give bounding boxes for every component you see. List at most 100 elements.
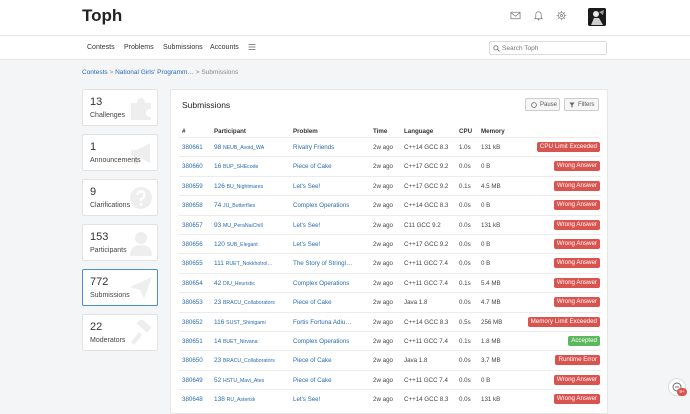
submission-id[interactable]: 380660 — [182, 163, 203, 170]
problem-link[interactable]: Complex Operations — [293, 202, 363, 209]
submission-id[interactable]: 380652 — [182, 319, 203, 326]
participant-name: MU_PeraNaiChill — [222, 222, 263, 229]
submission-id[interactable]: 380649 — [182, 377, 203, 384]
table-row[interactable]: 380657 93 MU_PeraNaiChill Let's See! 2w ago… — [179, 214, 601, 234]
chat-button[interactable]: 9+ — [668, 378, 687, 396]
table-row[interactable]: 380660 16 BUP_SHEcode Piece of Cake 2w ago C… — [179, 156, 601, 175]
submission-id[interactable]: 380648 — [182, 396, 203, 403]
submission-memory: 0 B — [481, 260, 491, 268]
table-row[interactable]: 380659 126 BU_Nightmares Let's See! 2w ago C… — [179, 175, 601, 195]
search-box[interactable] — [489, 41, 607, 55]
problem-link[interactable]: Let's See! — [293, 222, 363, 229]
participant-rank: 23 — [214, 299, 222, 307]
submission-id[interactable]: 380655 — [182, 260, 203, 267]
problem-link[interactable]: Let's See! — [293, 241, 363, 248]
breadcrumb-contest[interactable]: National Girls' Programm… — [115, 69, 194, 76]
nav-accounts[interactable]: Accounts — [210, 44, 239, 51]
bell-icon[interactable] — [533, 10, 544, 23]
table-row[interactable]: 380648 138 RU_Asterisk Let's See! 2w ago C++… — [179, 389, 601, 408]
submission-id[interactable]: 380653 — [182, 299, 203, 306]
submission-language: C++11 GCC 7.4 — [404, 260, 448, 268]
problem-link[interactable]: Piece of Cake — [293, 377, 363, 384]
participant-name: JU_Butterflies — [222, 203, 256, 210]
table-row[interactable]: 380658 74 JU_Butterflies Complex Operation… — [179, 195, 601, 214]
submission-id[interactable]: 380659 — [182, 183, 203, 190]
filters-button[interactable]: Filters — [564, 98, 599, 111]
table-row[interactable]: 380655 111 RUET_Nokkhotrol… The Story of S… — [179, 253, 601, 272]
stat-submissions[interactable]: 772 Submissions — [82, 269, 158, 306]
participant-name: RU_Asterisk — [226, 397, 256, 404]
participant-link[interactable]: 138 RU_Asterisk — [214, 396, 255, 403]
table-row[interactable]: 380654 42 DIU_Heuristic Complex Operations… — [179, 272, 601, 292]
submission-id[interactable]: 380656 — [182, 241, 203, 248]
problem-link[interactable]: Piece of Cake — [293, 357, 363, 364]
column-header-problem: Problem — [293, 128, 318, 135]
nav-contests[interactable]: Contests — [87, 44, 115, 51]
problem-link[interactable]: Piece of Cake — [293, 163, 363, 170]
nav-problems[interactable]: Problems — [124, 44, 154, 51]
stat-clarifications[interactable]: 9 Clarifications — [82, 179, 158, 216]
breadcrumb-contests[interactable]: Contests — [82, 69, 108, 76]
participant-link[interactable]: 93 MU_PeraNaiChill — [214, 222, 263, 229]
participant-link[interactable]: 120 SUB_Elegant — [214, 241, 258, 248]
participant-link[interactable]: 23 BRACU_Collaborators — [214, 299, 275, 306]
problem-link[interactable]: Fortis Fortuna Adiu… — [293, 319, 363, 326]
problem-link[interactable]: Rivalry Friends — [293, 144, 363, 151]
problem-link[interactable]: Let's See! — [293, 396, 363, 403]
participant-link[interactable]: 111 RUET_Nokkhotrol… — [214, 260, 273, 267]
submission-id[interactable]: 380661 — [182, 144, 203, 151]
site-logo[interactable]: Toph — [82, 6, 122, 26]
table-row[interactable]: 380653 23 BRACU_Collaborators Piece of Cak… — [179, 292, 601, 311]
submission-id[interactable]: 380658 — [182, 202, 203, 209]
table-row[interactable]: 380652 116 SUST_Shinigami Fortis Fortuna A… — [179, 311, 601, 331]
main-nav: Contests Problems Submissions Accounts — [0, 35, 690, 60]
participant-link[interactable]: 126 BU_Nightmares — [214, 183, 263, 190]
participant-link[interactable]: 14 BUET_Nirvana — [214, 338, 258, 345]
stat-challenges[interactable]: 13 Challenges — [82, 89, 158, 126]
nav-submissions[interactable]: Submissions — [163, 44, 203, 51]
problem-link[interactable]: Complex Operations — [293, 338, 363, 345]
pause-button[interactable]: Pause — [525, 98, 560, 111]
participant-link[interactable]: 116 SUST_Shinigami — [214, 319, 266, 326]
stat-moderators[interactable]: 22 Moderators — [82, 314, 158, 351]
submission-memory: 131 kB — [481, 396, 501, 404]
participant-link[interactable]: 42 DIU_Heuristic — [214, 280, 255, 287]
question-icon — [128, 185, 154, 213]
submission-language: C11 GCC 9.2 — [404, 221, 441, 229]
table-row[interactable]: 380661 98 NEUB_Avoid_WA Rivalry Friends 2w … — [179, 137, 601, 156]
problem-link[interactable]: Complex Operations — [293, 280, 363, 287]
mail-icon[interactable] — [510, 10, 521, 23]
search-input[interactable] — [502, 43, 602, 53]
participant-link[interactable]: 16 BUP_SHEcode — [214, 163, 258, 170]
stat-value: 153 — [90, 231, 109, 243]
problem-link[interactable]: The Story of Stringl… — [293, 260, 363, 267]
stat-value: 772 — [90, 276, 109, 288]
submission-id[interactable]: 380657 — [182, 222, 203, 229]
gear-icon[interactable] — [556, 10, 567, 23]
table-row[interactable]: 380649 52 HSTU_Mavi_Ates Piece of Cake 2w a… — [179, 369, 601, 389]
participant-link[interactable]: 98 NEUB_Avoid_WA — [214, 144, 264, 151]
menu-icon[interactable] — [248, 43, 256, 53]
participant-name: BU_Nightmares — [226, 183, 264, 190]
stat-announcements[interactable]: 1 Announcements — [82, 134, 158, 171]
participant-link[interactable]: 74 JU_Butterflies — [214, 202, 255, 209]
participant-link[interactable]: 23 BRACU_Collaborators — [214, 357, 275, 364]
problem-link[interactable]: Piece of Cake — [293, 299, 363, 306]
submission-id[interactable]: 380654 — [182, 280, 203, 287]
stat-participants[interactable]: 153 Participants — [82, 224, 158, 261]
table-row[interactable]: 380650 23 BRACU_Collaborators Piece of Cak… — [179, 350, 601, 369]
stat-label: Challenges — [90, 112, 126, 119]
user-avatar[interactable] — [588, 8, 606, 26]
participant-name: SUB_Elegant — [226, 242, 258, 248]
participant-rank: 126 — [214, 182, 225, 190]
participant-link[interactable]: 52 HSTU_Mavi_Ates — [214, 377, 264, 384]
verdict-badge: Wrong Answer — [553, 161, 600, 172]
submission-id[interactable]: 380650 — [182, 357, 203, 364]
table-row[interactable]: 380656 120 SUB_Elegant Let's See! 2w ago C++… — [179, 234, 601, 253]
submission-time: 2w ago — [373, 260, 393, 268]
submission-id[interactable]: 380651 — [182, 338, 203, 345]
table-row[interactable]: 380651 14 BUET_Nirvana Complex Operations 2… — [179, 331, 601, 350]
send-icon — [128, 275, 154, 303]
problem-link[interactable]: Let's See! — [293, 183, 363, 190]
submission-cpu: 0.0s — [459, 376, 471, 384]
